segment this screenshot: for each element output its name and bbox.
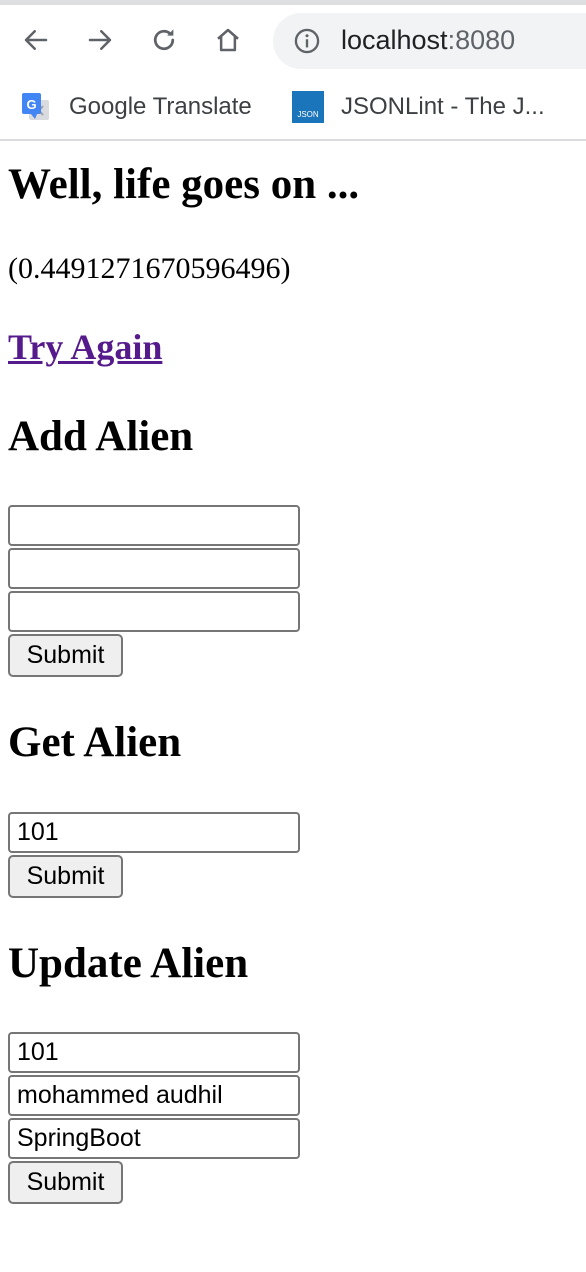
bookmarks-bar: G Google Translate JSON JSONLint - The J…	[0, 75, 586, 141]
reload-button[interactable]	[144, 20, 184, 60]
update-alien-submit-button[interactable]: Submit	[8, 1161, 123, 1204]
site-info-icon[interactable]	[293, 27, 321, 55]
update-alien-tech-input[interactable]	[8, 1118, 300, 1159]
svg-text:JSON: JSON	[297, 110, 319, 119]
get-alien-submit-button[interactable]: Submit	[8, 855, 123, 898]
add-alien-submit-button[interactable]: Submit	[8, 634, 123, 677]
add-alien-id-input[interactable]	[8, 505, 300, 546]
bookmark-jsonlint[interactable]: JSON JSONLint - The J...	[292, 87, 545, 127]
try-again-link[interactable]: Try Again	[8, 326, 162, 368]
address-bar[interactable]: localhost:8080	[273, 13, 586, 69]
update-alien-name-input[interactable]	[8, 1075, 300, 1116]
forward-arrow-icon	[88, 30, 112, 50]
page-heading: Well, life goes on ...	[8, 161, 360, 208]
svg-text:G: G	[26, 97, 36, 112]
browser-toolbar: localhost:8080	[0, 5, 586, 75]
home-button[interactable]	[208, 20, 248, 60]
url-port: :8080	[447, 25, 516, 55]
back-button[interactable]	[16, 20, 56, 60]
google-translate-icon: G	[22, 93, 49, 120]
url-text: localhost:8080	[341, 25, 515, 56]
update-alien-id-input[interactable]	[8, 1032, 300, 1073]
get-alien-id-input[interactable]	[8, 812, 300, 853]
add-alien-name-input[interactable]	[8, 548, 300, 589]
add-alien-tech-input[interactable]	[8, 591, 300, 632]
forward-button[interactable]	[80, 20, 120, 60]
bookmark-label: JSONLint - The J...	[341, 93, 545, 120]
get-alien-heading: Get Alien	[8, 719, 182, 766]
random-value-text: (0.4491271670596496)	[8, 252, 291, 285]
url-host: localhost	[341, 25, 448, 55]
add-alien-heading: Add Alien	[8, 413, 194, 460]
update-alien-heading: Update Alien	[8, 940, 249, 987]
jsonlint-icon: JSON	[292, 91, 324, 123]
reload-icon	[153, 29, 175, 51]
bookmark-label: Google Translate	[69, 93, 252, 120]
home-icon	[217, 28, 239, 52]
bookmark-google-translate[interactable]: G Google Translate	[20, 87, 252, 127]
back-arrow-icon	[24, 30, 48, 50]
